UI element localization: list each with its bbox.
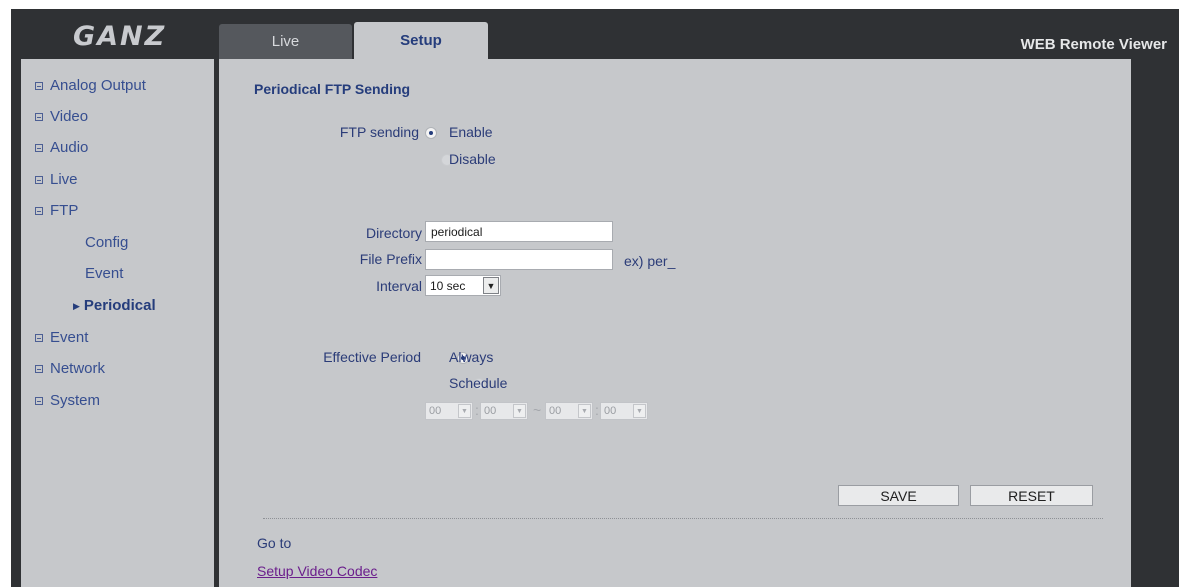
sidebar-subitem-config[interactable]: Config xyxy=(85,234,128,251)
collapse-box-icon xyxy=(35,364,43,373)
setup-video-codec-link[interactable]: Setup Video Codec xyxy=(257,563,377,579)
sidebar: Analog Output Video Audio Live FTP Confi… xyxy=(21,59,214,587)
interval-label: Interval xyxy=(376,278,422,294)
tab-setup[interactable]: Setup xyxy=(354,22,488,59)
collapse-box-icon xyxy=(35,206,43,215)
collapse-box-icon xyxy=(35,175,43,184)
directory-input[interactable] xyxy=(425,221,613,242)
sidebar-item-label: Event xyxy=(50,329,89,346)
directory-label: Directory xyxy=(365,225,422,241)
reset-button[interactable]: RESET xyxy=(970,485,1093,506)
start-min-value: 00 xyxy=(484,405,497,417)
time-colon: : xyxy=(595,402,599,418)
dropdown-arrow-icon: ▼ xyxy=(458,404,471,418)
time-range-dash: ~ xyxy=(533,402,542,418)
schedule-start-min-select[interactable]: 00 ▼ xyxy=(480,402,528,420)
end-hour-value: 00 xyxy=(549,405,562,417)
collapse-box-icon xyxy=(35,81,43,90)
sidebar-subitem-label: Periodical xyxy=(83,297,156,314)
file-prefix-input[interactable] xyxy=(425,249,613,270)
time-colon: : xyxy=(475,402,479,418)
collapse-box-icon xyxy=(35,143,43,152)
effective-period-label: Effective Period xyxy=(323,349,421,365)
sidebar-item-ftp[interactable]: FTP xyxy=(35,202,78,219)
save-button[interactable]: SAVE xyxy=(838,485,959,506)
schedule-end-hour-select[interactable]: 00 ▼ xyxy=(545,402,593,420)
divider xyxy=(263,518,1103,519)
interval-select[interactable]: 10 sec ▼ xyxy=(425,275,501,296)
sidebar-item-video[interactable]: Video xyxy=(35,108,88,125)
period-always-label: Always xyxy=(449,349,494,365)
collapse-box-icon xyxy=(35,333,43,342)
file-prefix-label: File Prefix xyxy=(359,251,422,267)
section-title: Periodical FTP Sending xyxy=(254,81,411,97)
dropdown-arrow-icon: ▼ xyxy=(633,404,646,418)
sidebar-item-label: Live xyxy=(50,171,78,188)
file-prefix-hint: ex) per_ xyxy=(624,253,676,269)
ftp-enable-label: Enable xyxy=(449,124,493,140)
start-hour-value: 00 xyxy=(429,405,442,417)
sidebar-item-system[interactable]: System xyxy=(35,392,100,409)
sidebar-item-audio[interactable]: Audio xyxy=(35,139,88,156)
tab-live[interactable]: Live xyxy=(219,24,352,59)
sidebar-item-label: Video xyxy=(50,108,89,125)
go-to-label: Go to xyxy=(257,535,292,551)
period-schedule-label: Schedule xyxy=(449,375,508,391)
sidebar-item-label: Analog Output xyxy=(50,77,146,94)
collapse-box-icon xyxy=(35,396,43,405)
schedule-start-hour-select[interactable]: 00 ▼ xyxy=(425,402,473,420)
ganz-logo: GANZ xyxy=(73,21,167,52)
interval-value: 10 sec xyxy=(430,278,466,293)
dropdown-arrow-icon: ▼ xyxy=(513,404,526,418)
sidebar-subitem-event[interactable]: Event xyxy=(85,265,123,282)
sidebar-item-label: FTP xyxy=(50,202,79,219)
app-window: GANZ Live Setup WEB Remote Viewer Analog… xyxy=(11,9,1179,587)
sidebar-item-label: Network xyxy=(50,360,106,377)
ftp-disable-label: Disable xyxy=(449,151,496,167)
app-title: WEB Remote Viewer xyxy=(1020,36,1167,53)
triangle-right-icon: ▶ xyxy=(73,300,80,311)
dropdown-arrow-icon: ▼ xyxy=(578,404,591,418)
collapse-box-icon xyxy=(35,112,43,121)
sidebar-item-analog-output[interactable]: Analog Output xyxy=(35,77,146,94)
sidebar-item-label: Audio xyxy=(50,139,89,156)
dropdown-arrow-icon: ▼ xyxy=(483,277,499,294)
schedule-end-min-select[interactable]: 00 ▼ xyxy=(600,402,648,420)
sidebar-item-event[interactable]: Event xyxy=(35,329,88,346)
sidebar-item-label: System xyxy=(50,392,101,409)
sidebar-item-live[interactable]: Live xyxy=(35,171,78,188)
end-min-value: 00 xyxy=(604,405,617,417)
ftp-enable-radio[interactable] xyxy=(425,127,437,139)
main-panel: Periodical FTP Sending FTP sending Enabl… xyxy=(219,59,1131,587)
sidebar-subitem-periodical[interactable]: ▶ Periodical xyxy=(73,297,156,314)
sidebar-item-network[interactable]: Network xyxy=(35,360,105,377)
ftp-sending-label: FTP sending xyxy=(339,124,419,140)
